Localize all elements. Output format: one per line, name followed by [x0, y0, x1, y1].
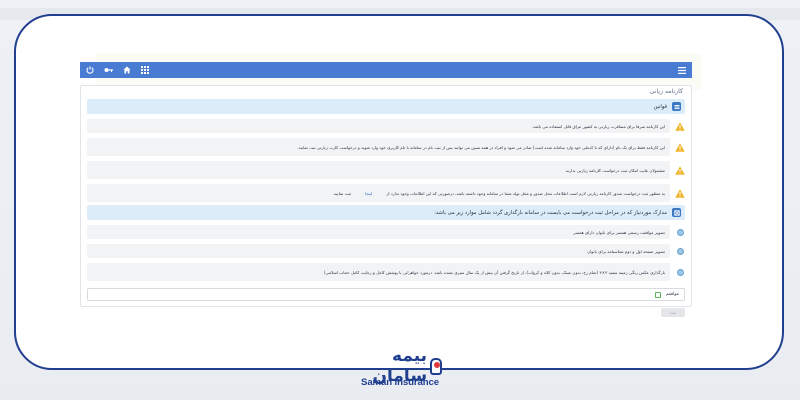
doc-text: تصویر موافقت رسمی همسر برای بانوان دارای… [573, 229, 665, 235]
rule-item: این کارنامه صرفا برای مسافرت زیارتی به ک… [87, 119, 685, 133]
rule-text-suffix: ثبت نمایید. [332, 190, 352, 196]
brand-name-en: Saman Insurance [361, 377, 439, 388]
doc-item: تصویر موافقت رسمی همسر برای بانوان دارای… [87, 225, 685, 239]
menu-icon[interactable] [678, 66, 686, 74]
agree-row[interactable]: موافقم [87, 288, 685, 301]
rule-item: مشمولان غایب امکان ثبت درخواست کارنامه ز… [87, 161, 685, 179]
grid-icon[interactable] [141, 66, 149, 74]
info-icon [675, 246, 685, 256]
rule-text: این کارنامه صرفا برای مسافرت زیارتی به ک… [531, 123, 665, 129]
logo-mark-group: بیمه سامان [358, 346, 442, 386]
rules-section-header: قوانین [87, 99, 685, 114]
warning-icon [675, 165, 685, 175]
info-icon [675, 267, 685, 277]
rule-item: این کارنامه فقط برای یک نام (دارای که با… [87, 138, 685, 156]
warning-icon [675, 142, 685, 152]
docs-section-header: مدارک موردنیاز که در مراحل ثبت درخواست م… [87, 205, 685, 220]
rule-text: به منظور ثبت درخواست صدور کارنامه زیارتی… [386, 190, 665, 196]
key-icon[interactable] [104, 66, 113, 74]
warning-icon [675, 121, 685, 131]
power-icon[interactable] [86, 66, 94, 74]
rule-text: مشمولان غایب امکان ثبت درخواست کارنامه ز… [564, 167, 665, 173]
content-panel: کارنامه زیانی قوانین این کارنامه صرفا بر… [80, 85, 692, 317]
rules-section-title: قوانین [653, 103, 667, 110]
panel-title: کارنامه زیانی [649, 88, 684, 95]
logo-icon [430, 357, 442, 375]
doc-item: تصویر صفحه اول و دوم شناسنامه برای بانوا… [87, 244, 685, 258]
warning-icon [675, 188, 685, 198]
rule-text: این کارنامه فقط برای یک نام (دارای که با… [297, 144, 665, 150]
top-navbar [80, 62, 692, 78]
doc-item: بارگذاری عکس رنگی زمینه سفید ۳×۴ (تمام ر… [87, 263, 685, 281]
brand-logo: بیمه سامان Saman Insurance [358, 346, 442, 396]
home-icon[interactable] [123, 66, 131, 74]
docs-section-title: مدارک موردنیاز که در مراحل ثبت درخواست م… [434, 209, 667, 216]
rules-icon [672, 102, 681, 111]
rule-item: به منظور ثبت درخواست صدور کارنامه زیارتی… [87, 184, 685, 202]
agree-checkbox[interactable] [654, 291, 661, 298]
docs-icon [672, 208, 681, 217]
register-here-link[interactable]: اینجا [365, 191, 372, 196]
agree-label: موافقم [665, 292, 679, 297]
info-icon [675, 227, 685, 237]
app-window: کارنامه زیانی قوانین این کارنامه صرفا بر… [80, 62, 692, 318]
navbar-icon-group [86, 66, 149, 74]
doc-text: بارگذاری عکس رنگی زمینه سفید ۳×۴ (تمام ر… [323, 269, 665, 275]
doc-text: تصویر صفحه اول و دوم شناسنامه برای بانوا… [587, 248, 665, 254]
submit-button[interactable]: ثبت [661, 308, 685, 317]
